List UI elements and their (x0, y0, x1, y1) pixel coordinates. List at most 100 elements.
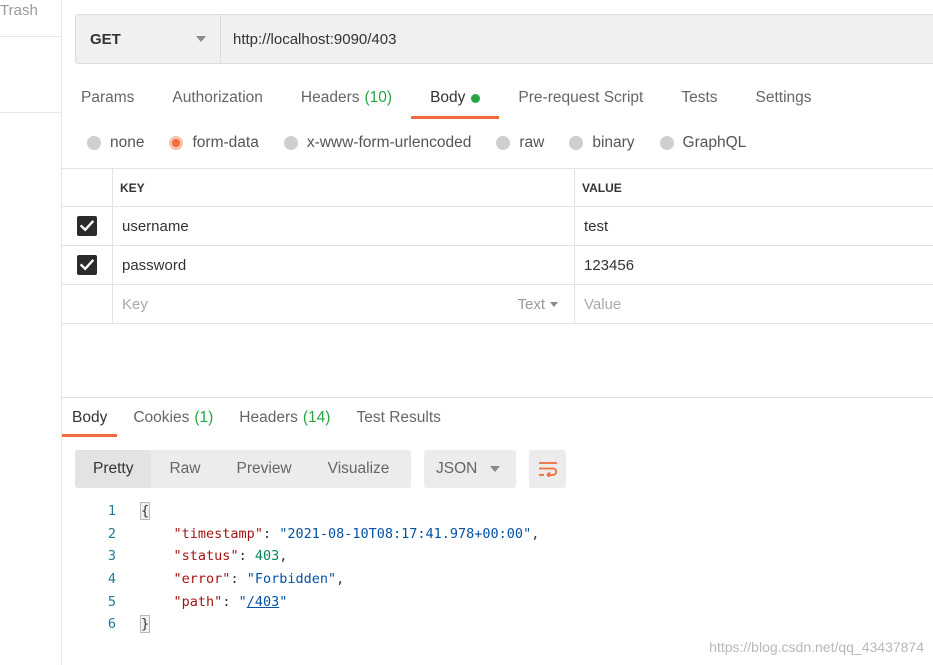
value-input[interactable]: 123456 (575, 246, 933, 284)
json-key: path (181, 593, 215, 610)
row-checkbox-cell (62, 285, 113, 323)
response-tab-body[interactable]: Body (62, 399, 118, 437)
view-mode-group: Pretty Raw Preview Visualize (75, 450, 411, 488)
radio-label: none (110, 134, 145, 151)
tab-label: Params (81, 89, 135, 106)
line-number: 2 (107, 525, 116, 542)
json-value: Forbidden (254, 571, 328, 588)
new-value-input[interactable]: Value (575, 285, 933, 323)
code-line: 6 } (75, 613, 539, 636)
radio-label: x-www-form-urlencoded (306, 134, 472, 151)
radio-label: form-data (192, 134, 259, 151)
body-type-form-data[interactable]: form-data (169, 134, 259, 152)
json-key: error (181, 571, 223, 588)
check-icon (80, 220, 94, 232)
radio-icon (283, 136, 298, 150)
response-tab-test-results[interactable]: Test Results (346, 399, 450, 437)
body-type-graphql[interactable]: GraphQL (659, 134, 747, 152)
tab-label: Body (72, 409, 108, 426)
line-number: 1 (107, 503, 116, 520)
tab-label: Settings (755, 89, 812, 106)
view-mode-raw[interactable]: Raw (151, 450, 218, 488)
wrap-lines-icon (538, 462, 557, 477)
chevron-down-icon (490, 466, 500, 472)
code-brace: { (139, 502, 151, 521)
radio-icon (659, 136, 674, 150)
tab-params[interactable]: Params (62, 78, 153, 118)
tab-settings[interactable]: Settings (737, 78, 831, 118)
code-line: 4 "error": "Forbidden", (75, 568, 539, 591)
tab-authorization[interactable]: Authorization (153, 78, 281, 118)
response-tab-cookies[interactable]: Cookies (1) (123, 399, 223, 437)
request-tabs: Params Authorization Headers (10) Body P… (62, 78, 831, 119)
tab-tests[interactable]: Tests (662, 78, 736, 118)
body-type-raw[interactable]: raw (496, 134, 544, 152)
json-key: timestamp (181, 525, 255, 542)
tab-label: Test Results (356, 409, 441, 426)
radio-label: GraphQL (682, 134, 747, 151)
wrap-lines-button[interactable] (529, 450, 566, 488)
tab-label: Cookies (133, 409, 190, 426)
key-type-dropdown[interactable]: Text (517, 296, 558, 313)
view-mode-preview[interactable]: Preview (219, 450, 310, 488)
code-line: 5 "path": "/403" (75, 590, 539, 613)
body-type-none[interactable]: none (87, 134, 144, 152)
url-input[interactable]: http://localhost:9090/403 (221, 31, 396, 48)
code-brace: } (139, 615, 151, 634)
line-number: 5 (107, 593, 116, 610)
format-dropdown[interactable]: JSON (424, 450, 516, 488)
tab-pre-request-script[interactable]: Pre-request Script (499, 78, 662, 118)
tab-label: Headers (300, 89, 360, 106)
body-type-binary[interactable]: binary (569, 134, 635, 152)
form-data-table: KEY VALUE username test password 123456 … (62, 168, 933, 324)
radio-icon (496, 136, 511, 150)
watermark: https://blog.csdn.net/qq_43437874 (709, 639, 924, 655)
radio-label: binary (592, 134, 635, 151)
line-number: 4 (107, 571, 116, 588)
row-checkbox[interactable] (77, 255, 97, 275)
body-type-urlencoded[interactable]: x-www-form-urlencoded (283, 134, 472, 152)
view-mode-visualize[interactable]: Visualize (310, 450, 408, 488)
table-row-new: Key Text Value (62, 285, 933, 324)
tab-body[interactable]: Body (411, 78, 500, 119)
row-checkbox-cell (62, 207, 113, 245)
response-divider (62, 397, 933, 398)
tab-label: Tests (681, 89, 718, 106)
new-key-input[interactable]: Key Text (113, 285, 575, 323)
response-tabs: Body Cookies (1) Headers (14) Test Resul… (62, 399, 457, 437)
request-url-bar: GET http://localhost:9090/403 (75, 14, 933, 64)
chevron-down-icon (550, 301, 558, 307)
tab-headers[interactable]: Headers (10) (282, 78, 411, 118)
radio-icon (87, 136, 101, 150)
key-type-label: Text (517, 295, 545, 313)
checkbox-column-header (62, 169, 113, 206)
json-value-link[interactable]: /403 (247, 594, 280, 610)
tab-count: (14) (302, 409, 331, 426)
sidebar-divider (0, 112, 62, 113)
json-value: 2021-08-10T08:17:41.978+00:00 (287, 525, 524, 542)
value-input[interactable]: test (575, 207, 933, 245)
radio-icon (569, 136, 584, 150)
tab-label: Authorization (172, 89, 263, 106)
check-icon (80, 259, 94, 271)
radio-label: raw (519, 134, 545, 151)
response-body-code[interactable]: 1 { 2 "timestamp": "2021-08-10T08:17:41.… (75, 500, 539, 636)
sidebar: Trash (0, 0, 62, 665)
code-line: 2 "timestamp": "2021-08-10T08:17:41.978+… (75, 523, 539, 546)
key-input[interactable]: password (113, 246, 575, 284)
view-mode-pretty[interactable]: Pretty (75, 450, 152, 488)
tab-label: Body (430, 89, 466, 106)
row-checkbox-cell (62, 246, 113, 284)
key-placeholder: Key (122, 295, 148, 313)
status-dot-icon (471, 93, 481, 103)
line-number: 6 (107, 616, 116, 633)
response-tab-headers[interactable]: Headers (14) (229, 399, 340, 437)
sidebar-item-trash[interactable]: Trash (0, 2, 38, 19)
code-line: 1 { (75, 500, 539, 523)
key-input[interactable]: username (113, 207, 575, 245)
row-checkbox[interactable] (77, 216, 97, 236)
value-placeholder: Value (584, 295, 622, 313)
table-row: username test (62, 207, 933, 246)
method-dropdown[interactable]: GET (76, 15, 221, 63)
format-label: JSON (436, 460, 478, 477)
